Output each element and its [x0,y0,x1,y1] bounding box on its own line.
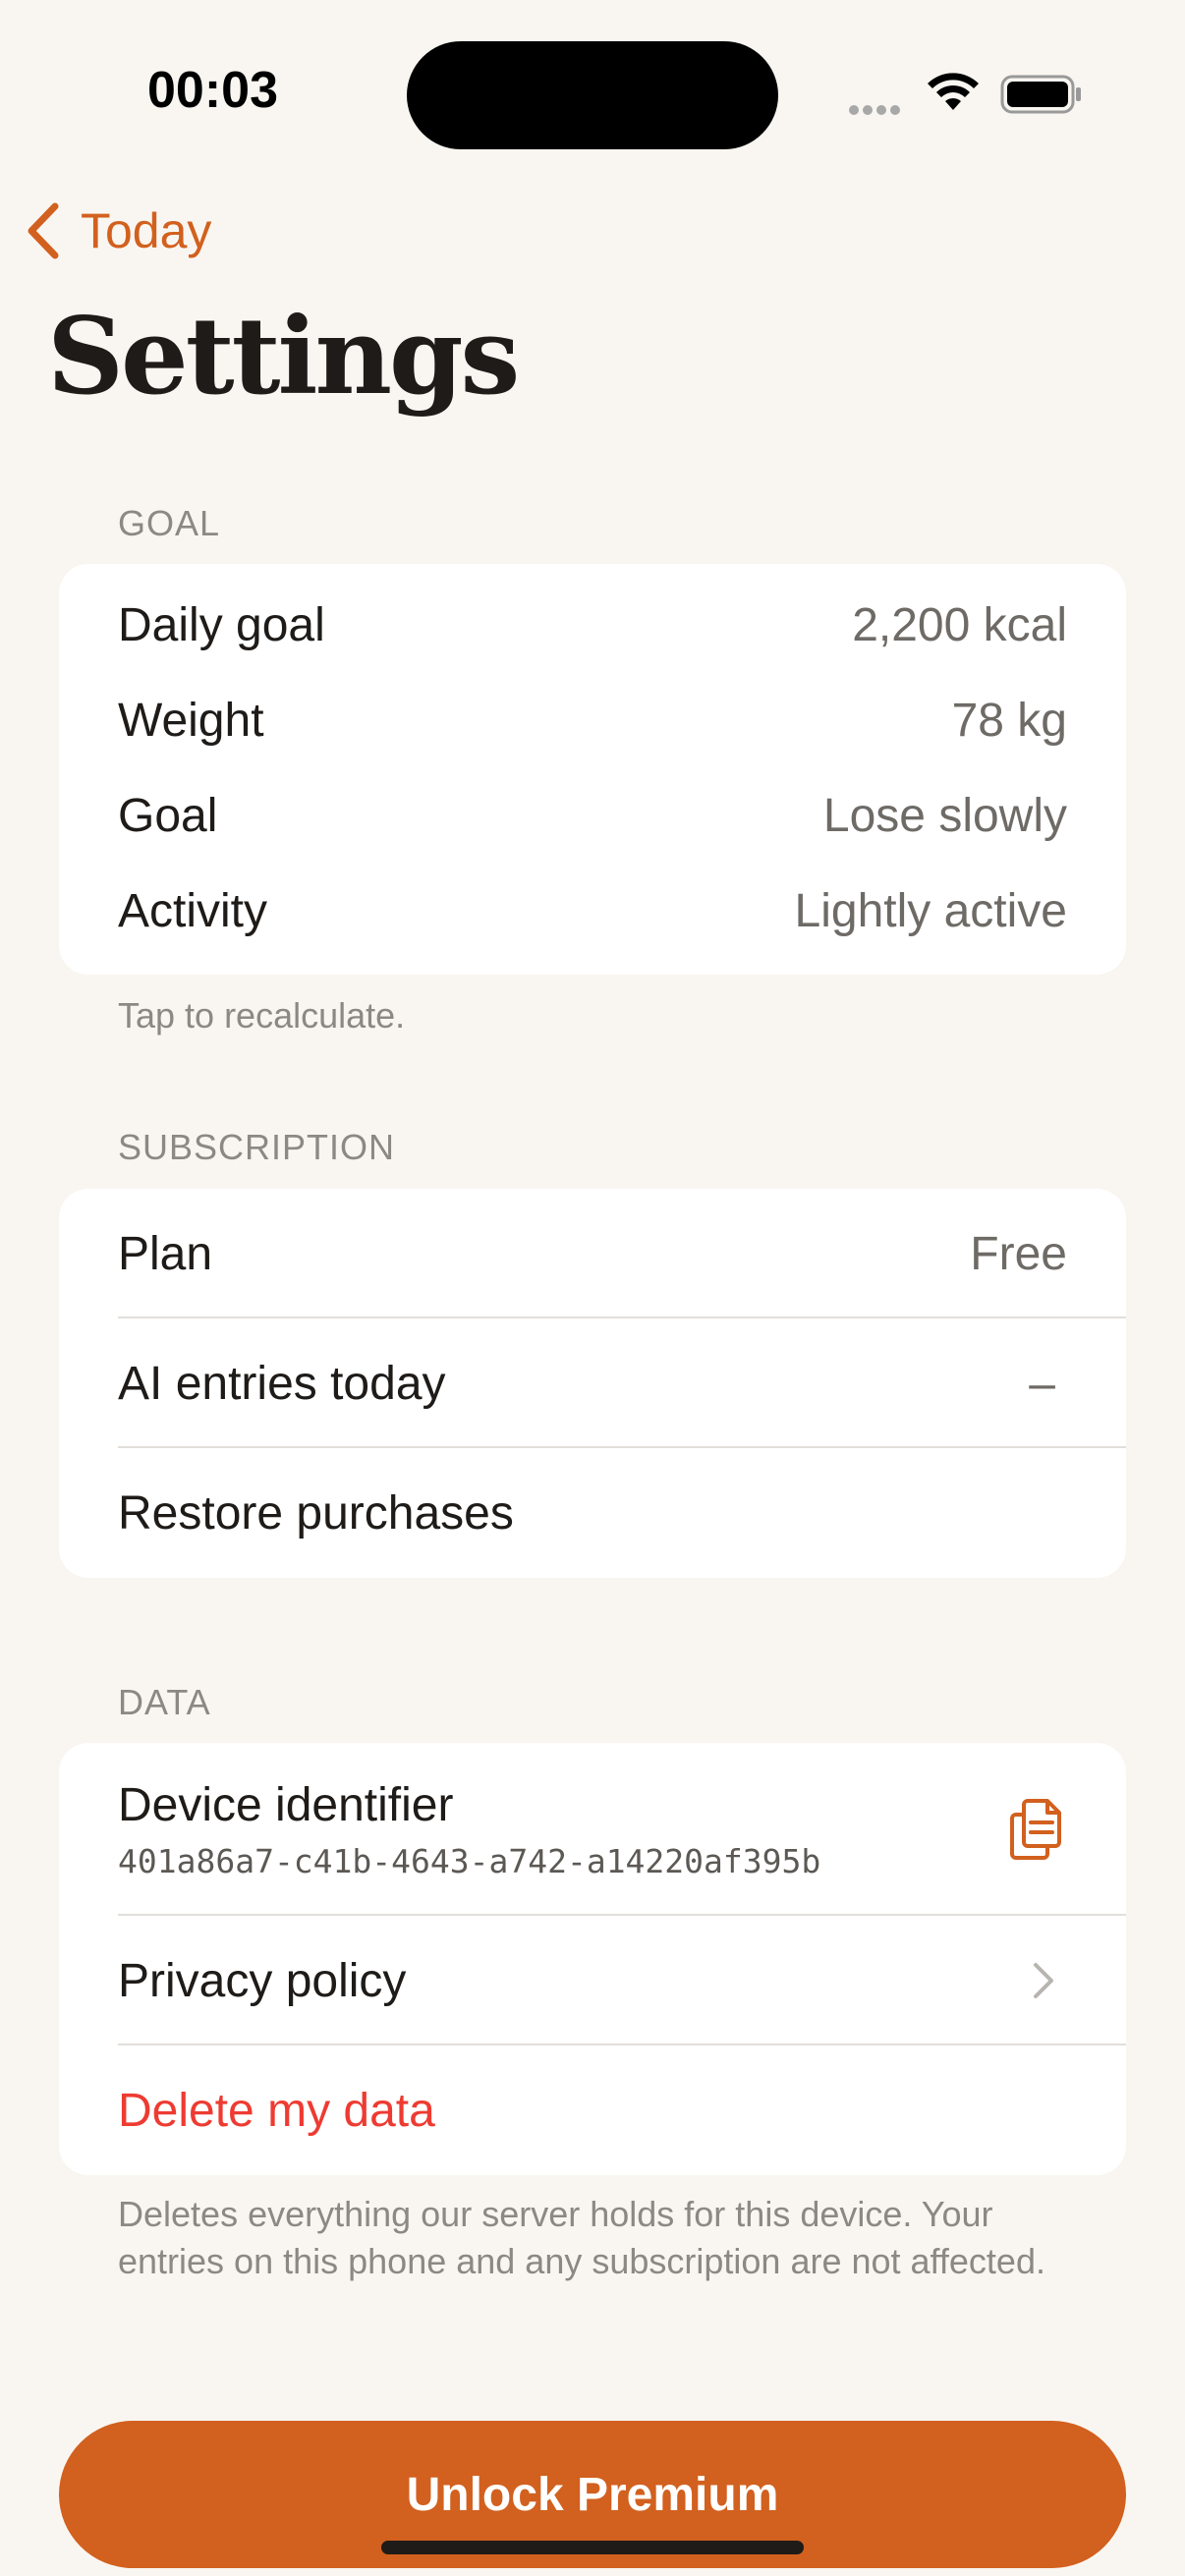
activity-row[interactable]: Activity Lightly active [59,864,1126,959]
restore-purchases-row[interactable]: Restore purchases [59,1448,1126,1578]
status-time: 00:03 [147,62,278,119]
row-value: Lose slowly [822,790,1067,842]
row-value: 2,200 kcal [852,599,1067,651]
ai-entries-label: AI entries today [118,1357,446,1410]
subscription-section-header: SUBSCRIPTION [118,1127,396,1167]
row-label: Weight [118,695,264,747]
delete-data-label: Delete my data [118,2084,435,2137]
row-label: Goal [118,790,218,842]
plan-value: Free [970,1227,1067,1280]
subscription-card: Plan Free AI entries today – Restore pur… [59,1189,1126,1578]
privacy-policy-label: Privacy policy [118,1954,407,2007]
data-footnote: Deletes everything our server holds for … [118,2194,1045,2281]
privacy-policy-row[interactable]: Privacy policy [59,1916,1126,2045]
unlock-premium-label: Unlock Premium [406,2468,779,2521]
daily-goal-row[interactable]: Daily goal 2,200 kcal [59,578,1126,673]
plan-label: Plan [118,1227,213,1280]
row-label: Activity [118,885,268,937]
data-card: Device identifier 401a86a7-c41b-4643-a74… [59,1743,1126,2175]
copy-icon[interactable] [1008,1797,1063,1862]
chevron-left-icon [28,202,59,259]
data-section-header: DATA [118,1682,211,1722]
goal-card[interactable]: Daily goal 2,200 kcal Weight 78 kg Goal … [59,564,1126,975]
goal-section-header: GOAL [118,503,221,543]
row-value: Lightly active [794,885,1067,937]
home-indicator [381,2541,804,2554]
dynamic-island [407,41,778,149]
back-label: Today [81,203,212,258]
restore-purchases-label: Restore purchases [118,1486,514,1540]
plan-row: Plan Free [59,1189,1126,1318]
chevron-right-icon [1034,1963,1053,1998]
delete-data-row[interactable]: Delete my data [59,2045,1126,2175]
row-label: Daily goal [118,599,325,651]
device-identifier-block: Device identifier 401a86a7-c41b-4643-a74… [118,1778,820,1880]
device-identifier-value: 401a86a7-c41b-4643-a742-a14220af395b [118,1842,821,1880]
cellular-signal-icon [849,102,908,115]
goal-row[interactable]: Goal Lose slowly [59,768,1126,864]
battery-icon [1000,75,1081,114]
back-button[interactable]: Today [24,196,211,265]
device-identifier-row: Device identifier 401a86a7-c41b-4643-a74… [59,1743,1126,1916]
page-title: Settings [47,295,520,419]
device-identifier-label: Device identifier [118,1779,454,1831]
wifi-icon [928,73,979,110]
weight-row[interactable]: Weight 78 kg [59,673,1126,768]
row-value: 78 kg [951,695,1067,747]
ai-entries-row: AI entries today – [59,1318,1126,1448]
ai-entries-value: – [1029,1357,1055,1410]
goal-footnote: Tap to recalculate. [118,995,406,1036]
